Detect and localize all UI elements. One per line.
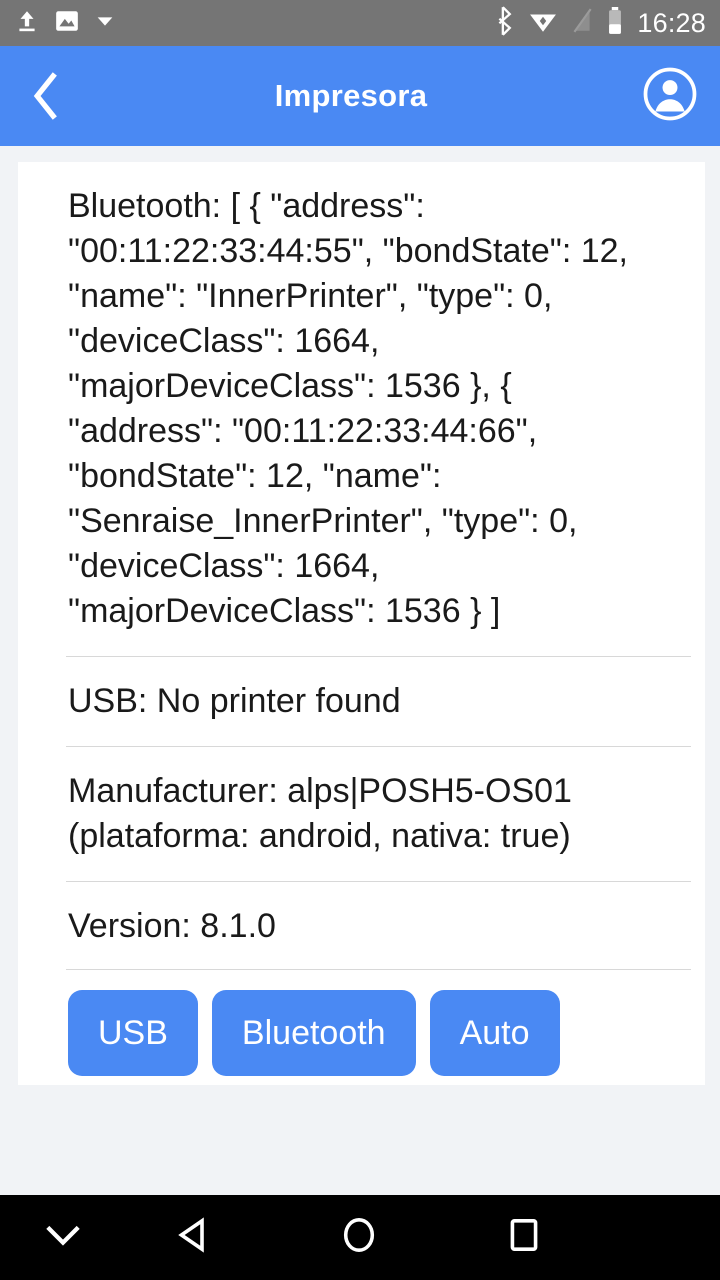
version-info-row: Version: 8.1.0	[18, 904, 705, 949]
divider	[66, 746, 691, 747]
divider	[66, 656, 691, 657]
signal-off-icon	[571, 7, 593, 39]
app-bar: Impresora	[0, 46, 720, 146]
bluetooth-print-button[interactable]: Bluetooth	[211, 990, 416, 1076]
app-screen: 16:28 Impresora Bluetooth: [ { "address"…	[0, 0, 720, 1280]
status-bar: 16:28	[0, 0, 720, 46]
system-navigation-bar	[0, 1195, 720, 1280]
printer-info-card[interactable]: Bluetooth: [ { "address": "00:11:22:33:4…	[18, 162, 705, 1085]
back-icon	[176, 1217, 210, 1258]
account-button[interactable]	[620, 46, 720, 146]
image-icon	[54, 8, 80, 39]
hide-keyboard-icon	[44, 1222, 82, 1253]
nav-back-button[interactable]	[150, 1195, 236, 1280]
status-bar-clock: 16:28	[637, 7, 706, 38]
divider	[66, 881, 691, 882]
bluetooth-icon	[493, 5, 515, 41]
hide-keyboard-button[interactable]	[20, 1195, 106, 1280]
divider	[66, 969, 691, 970]
usb-info-row: USB: No printer found	[18, 679, 705, 724]
battery-icon	[607, 6, 623, 40]
page-title: Impresora	[274, 78, 428, 113]
bluetooth-info-row: Bluetooth: [ { "address": "00:11:22:33:4…	[18, 184, 705, 634]
home-icon	[341, 1216, 377, 1259]
back-button[interactable]	[0, 46, 92, 146]
auto-print-button[interactable]: Auto	[429, 990, 560, 1076]
bluetooth-info-text: Bluetooth: [ { "address": "00:11:22:33:4…	[68, 187, 638, 630]
account-circle-icon	[642, 66, 698, 127]
dropdown-arrow-icon	[94, 10, 116, 37]
upload-icon	[14, 7, 40, 40]
usb-info-text: USB: No printer found	[68, 682, 401, 720]
version-info-text: Version: 8.1.0	[68, 907, 276, 945]
status-bar-system-icons: 16:28	[493, 5, 706, 41]
recents-icon	[508, 1217, 540, 1258]
nav-home-button[interactable]	[316, 1195, 402, 1280]
status-bar-notification-icons	[14, 7, 116, 40]
print-action-buttons: USB Bluetooth Auto	[18, 990, 705, 1076]
wifi-icon	[529, 8, 557, 39]
manufacturer-info-row: Manufacturer: alps|POSH5-OS01 (plataform…	[18, 769, 705, 859]
manufacturer-info-text: Manufacturer: alps|POSH5-OS01 (plataform…	[68, 772, 582, 855]
usb-print-button[interactable]: USB	[68, 990, 198, 1076]
nav-recents-button[interactable]	[481, 1195, 567, 1280]
